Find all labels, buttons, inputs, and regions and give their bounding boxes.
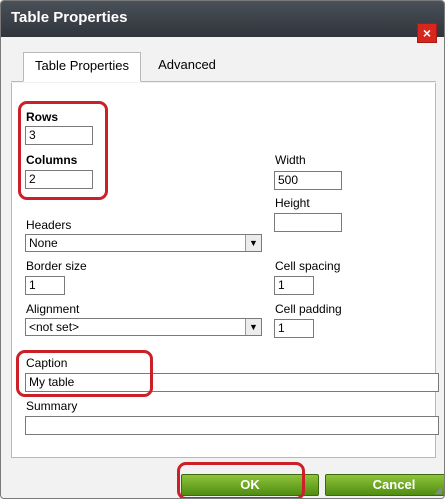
chevron-down-icon[interactable]: ▼ xyxy=(245,235,261,251)
border-size-label: Border size xyxy=(26,259,87,273)
cell-padding-label: Cell padding xyxy=(275,302,342,316)
width-input[interactable]: 500 xyxy=(274,171,342,190)
caption-label: Caption xyxy=(26,356,68,370)
border-size-input[interactable]: 1 xyxy=(25,276,65,295)
cell-spacing-input[interactable]: 1 xyxy=(274,276,314,295)
tab-table-properties[interactable]: Table Properties xyxy=(23,52,141,82)
headers-select[interactable]: None ▼ xyxy=(25,234,262,252)
columns-label: Columns xyxy=(26,153,78,167)
width-label: Width xyxy=(275,153,306,167)
caption-input[interactable]: My table xyxy=(25,373,439,392)
tab-advanced[interactable]: Advanced xyxy=(147,52,227,82)
rows-label: Rows xyxy=(26,110,59,124)
alignment-selected-value: <not set> xyxy=(29,320,80,334)
summary-input[interactable] xyxy=(25,416,439,435)
table-properties-dialog: Table Properties × Table Properties Adva… xyxy=(0,0,445,499)
cell-padding-input[interactable]: 1 xyxy=(274,319,314,338)
height-label: Height xyxy=(275,196,310,210)
headers-selected-value: None xyxy=(29,236,58,250)
cell-spacing-label: Cell spacing xyxy=(275,259,341,273)
close-icon[interactable]: × xyxy=(417,23,437,43)
columns-input[interactable]: 2 xyxy=(25,170,93,189)
resize-grip-icon[interactable]: ◢ xyxy=(434,485,442,496)
chevron-down-icon[interactable]: ▼ xyxy=(245,319,261,335)
ok-button[interactable]: OK xyxy=(181,474,319,496)
alignment-select[interactable]: <not set> ▼ xyxy=(25,318,262,336)
height-input[interactable] xyxy=(274,213,342,232)
alignment-label: Alignment xyxy=(26,302,80,316)
rows-input[interactable]: 3 xyxy=(25,126,93,145)
dialog-titlebar[interactable]: Table Properties xyxy=(1,1,444,37)
cancel-button[interactable]: Cancel xyxy=(325,474,444,496)
summary-label: Summary xyxy=(26,399,78,413)
headers-label: Headers xyxy=(26,218,72,232)
dialog-title: Table Properties xyxy=(11,9,128,26)
